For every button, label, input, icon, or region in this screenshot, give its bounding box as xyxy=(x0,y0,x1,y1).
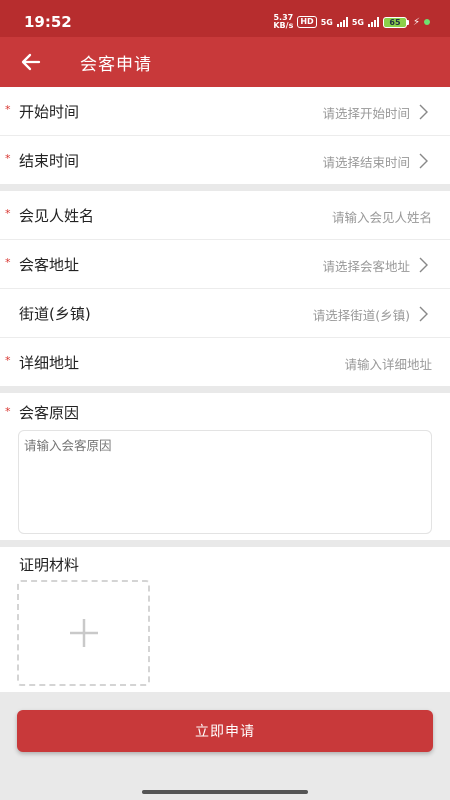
back-button[interactable] xyxy=(14,45,48,79)
battery-icon: 65 xyxy=(382,16,409,28)
end-time-row[interactable]: * 结束时间 请选择结束时间 xyxy=(0,136,450,185)
arrow-left-icon xyxy=(21,53,41,71)
upload-button[interactable] xyxy=(17,580,150,686)
detail-address-input[interactable]: 请输入详细地址 xyxy=(344,354,432,373)
app-bar: 会客申请 xyxy=(0,37,450,87)
start-time-label: 开始时间 xyxy=(19,103,80,121)
sim2-label: 5G xyxy=(351,17,364,27)
reason-section: * 会客原因 xyxy=(0,393,450,540)
chevron-right-icon xyxy=(419,306,428,322)
street-label: 街道(乡镇) xyxy=(19,305,91,323)
charging-icon: ⚡ xyxy=(412,16,420,28)
required-marker: * xyxy=(5,152,11,165)
status-indicators: 5.37 KB/s HD 5G 5G 65 ⚡ xyxy=(273,14,430,30)
time-section: * 开始时间 请选择开始时间 * 结束时间 请选择结束时间 xyxy=(0,87,450,184)
visitee-name-input[interactable]: 请输入会见人姓名 xyxy=(332,207,432,226)
signal-strength-icon xyxy=(367,17,379,27)
end-time-picker[interactable]: 请选择结束时间 xyxy=(322,152,410,171)
chevron-right-icon xyxy=(419,104,428,120)
required-marker: * xyxy=(5,103,11,116)
detail-address-row[interactable]: * 详细地址 请输入详细地址 xyxy=(0,338,450,387)
signal-strength-icon xyxy=(336,17,348,27)
visit-info-section: * 会见人姓名 请输入会见人姓名 * 会客地址 请选择会客地址 街道(乡镇) 请… xyxy=(0,191,450,386)
street-picker[interactable]: 请选择街道(乡镇) xyxy=(313,305,410,324)
chevron-right-icon xyxy=(419,153,428,169)
battery-level: 65 xyxy=(382,16,407,28)
plus-icon xyxy=(69,619,98,647)
required-marker: * xyxy=(5,354,11,367)
visit-address-label: 会客地址 xyxy=(19,256,80,274)
status-bar: 19:52 5.37 KB/s HD 5G 5G 65 ⚡ xyxy=(0,0,450,37)
required-marker: * xyxy=(5,405,11,418)
visitee-name-row[interactable]: * 会见人姓名 请输入会见人姓名 xyxy=(0,191,450,240)
start-time-row[interactable]: * 开始时间 请选择开始时间 xyxy=(0,87,450,136)
network-speed: 5.37 KB/s xyxy=(273,14,293,30)
hd-voice-icon: HD xyxy=(297,16,317,28)
attachment-section: 证明材料 xyxy=(0,547,450,692)
page-title: 会客申请 xyxy=(80,55,152,75)
privacy-indicator-icon xyxy=(424,19,430,25)
required-marker: * xyxy=(5,256,11,269)
start-time-picker[interactable]: 请选择开始时间 xyxy=(322,103,410,122)
visit-address-row[interactable]: * 会客地址 请选择会客地址 xyxy=(0,240,450,289)
chevron-right-icon xyxy=(419,257,428,273)
reason-textarea[interactable] xyxy=(18,430,432,534)
detail-address-label: 详细地址 xyxy=(19,354,80,372)
reason-label: 会客原因 xyxy=(19,404,80,422)
home-indicator[interactable] xyxy=(142,790,308,794)
visit-address-picker[interactable]: 请选择会客地址 xyxy=(322,256,410,275)
sim1-label: 5G xyxy=(320,17,333,27)
street-row[interactable]: 街道(乡镇) 请选择街道(乡镇) xyxy=(0,289,450,338)
end-time-label: 结束时间 xyxy=(19,152,80,170)
attachment-label: 证明材料 xyxy=(19,556,80,574)
required-marker: * xyxy=(5,207,11,220)
submit-button[interactable]: 立即申请 xyxy=(17,710,433,752)
visitee-name-label: 会见人姓名 xyxy=(19,207,95,225)
network-speed-unit: KB/s xyxy=(273,21,294,30)
status-time: 19:52 xyxy=(24,13,72,31)
